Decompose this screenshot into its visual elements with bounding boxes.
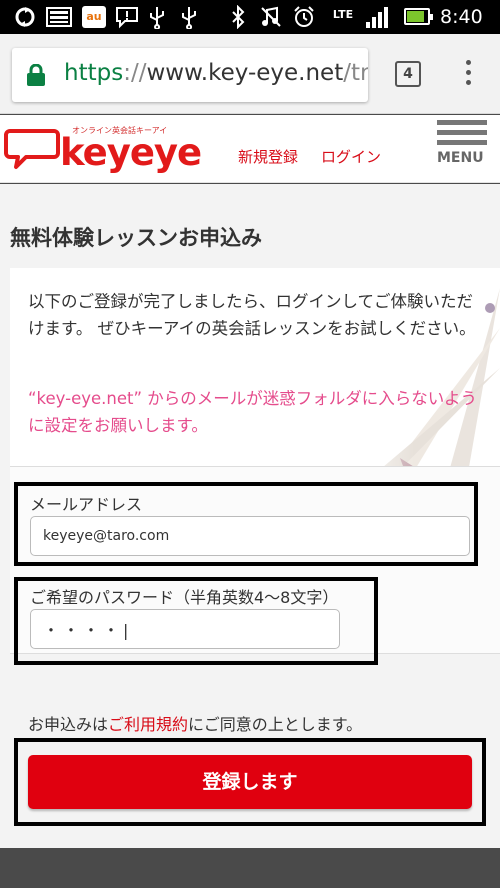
svg-text:au: au	[86, 10, 101, 23]
address-bar[interactable]: https://www.key-eye.net/tri	[12, 48, 368, 102]
footer	[0, 848, 500, 888]
message-icon	[114, 5, 140, 29]
battery-icon	[404, 8, 433, 25]
alarm-icon	[291, 5, 317, 29]
browser-toolbar: https://www.key-eye.net/tri 4	[0, 34, 500, 114]
status-bar: au LTE 8:40	[0, 0, 500, 34]
logo-bubble-icon	[4, 129, 60, 169]
menu-button[interactable]: MENU	[437, 120, 489, 176]
signup-link[interactable]: 新規登録	[238, 146, 298, 167]
tab-switcher-button[interactable]: 4	[395, 61, 421, 87]
terms-link[interactable]: ご利用規約	[108, 715, 188, 734]
terms-text: お申込みはご利用規約にご同意の上とします。	[28, 715, 363, 734]
image-icon	[45, 5, 73, 29]
logo[interactable]: keyeye	[60, 131, 202, 174]
lte-signal-icon: LTE	[332, 7, 354, 21]
site-header: オンライン英会話キーアイ keyeye 新規登録 ログイン MENU	[0, 115, 500, 183]
bluetooth-icon	[228, 5, 248, 29]
menu-label: MENU	[437, 150, 484, 166]
lock-icon	[26, 63, 46, 86]
password-highlight-box	[14, 577, 378, 665]
signal-icon	[364, 5, 390, 29]
email-highlight-box	[14, 482, 478, 566]
page-title: 無料体験レッスンお申込み	[10, 226, 262, 250]
sync-icon	[12, 5, 38, 29]
main-content: 無料体験レッスンお申込み 以下のご登録が完了しましたら、ログインしてご体験いただ…	[0, 184, 500, 848]
submit-button[interactable]: 登録します	[28, 755, 472, 809]
mute-icon	[258, 5, 284, 29]
hamburger-icon	[437, 120, 487, 125]
login-link[interactable]: ログイン	[321, 146, 381, 167]
overflow-menu-icon[interactable]	[460, 60, 476, 90]
usb-icon	[146, 5, 168, 29]
url-text: https://www.key-eye.net/tri	[64, 60, 368, 86]
clock: 8:40	[440, 6, 483, 28]
usb-icon	[178, 5, 200, 29]
intro-text: 以下のご登録が完了しましたら、ログインしてご体験いただけます。 ぜひキーアイの英…	[28, 292, 476, 338]
au-icon: au	[80, 5, 108, 29]
spam-notice: “key-eye.net” からのメールが迷惑フォルダに入らないように設定をお願…	[28, 389, 477, 435]
